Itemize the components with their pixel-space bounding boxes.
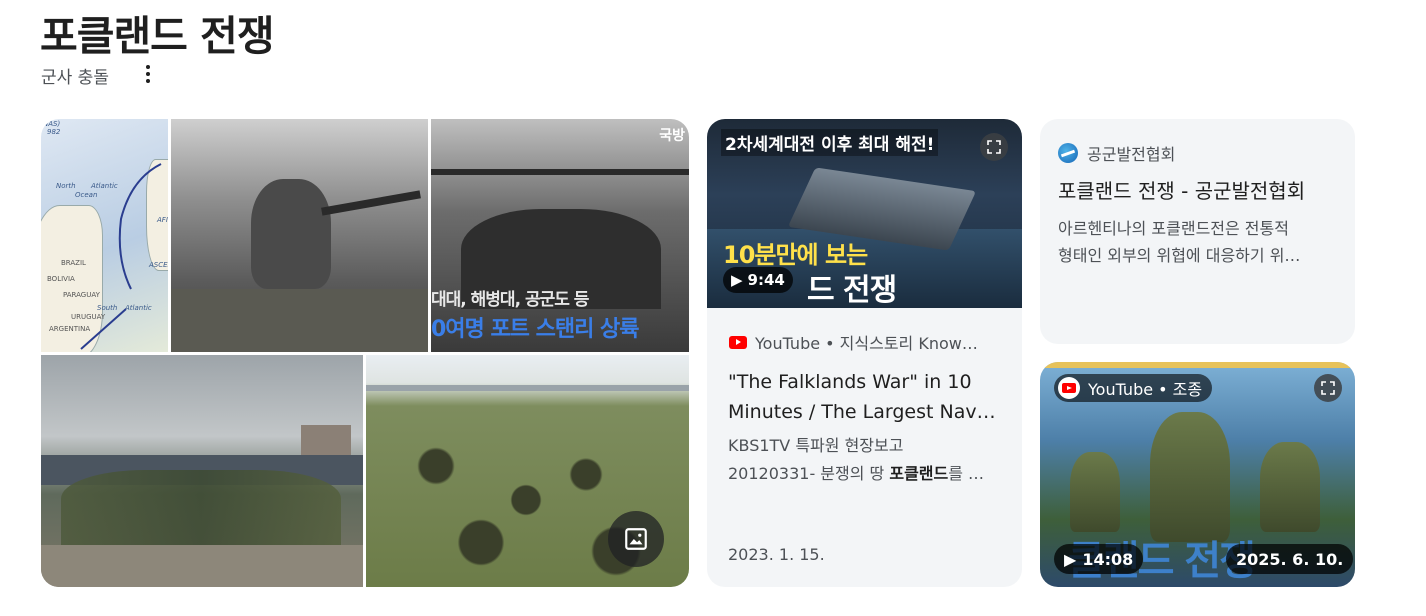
article-result-card[interactable]: 공군발전협회 포클랜드 전쟁 - 공군발전협회 아르헨티나의 포클랜드전은 전통… xyxy=(1040,119,1355,344)
youtube-icon xyxy=(729,335,747,349)
route-lines xyxy=(80,163,162,350)
video-source: YouTube • 지식스토리 Know… xyxy=(729,330,1009,354)
thumbnail-top-text: 2차세계대전 이후 최대 해전! xyxy=(721,129,939,156)
duration-text: 9:44 xyxy=(747,271,785,289)
description-line: 형태인 외부의 위협에 대응하기 위… xyxy=(1058,246,1301,265)
duration-text: 14:08 xyxy=(1082,549,1134,569)
video-result-card[interactable]: 2차세계대전 이후 최대 해전! 10분만에 보는 드 전쟁 ▶ 9:44 Yo… xyxy=(707,119,1022,587)
building xyxy=(301,425,351,455)
play-icon: ▶ xyxy=(1064,549,1077,569)
article-title[interactable]: 포클랜드 전쟁 - 공군발전협회 xyxy=(1058,175,1305,204)
tile-caption-2: 0여명 포트 스탠리 상륙 xyxy=(431,317,639,342)
thumbnail-border xyxy=(1040,362,1355,368)
description-line: 20120331- 분쟁의 땅 포클랜드를 … xyxy=(728,460,1008,488)
video-title-line: Minutes / The Largest Nav… xyxy=(728,401,996,423)
video-thumbnail[interactable]: 2차세계대전 이후 최대 해전! 10분만에 보는 드 전쟁 ▶ 9:44 xyxy=(707,119,1022,308)
shore xyxy=(41,545,363,587)
description-text: 20120331- 분쟁의 땅 xyxy=(728,464,890,483)
video-source: YouTube • 조종 xyxy=(1054,374,1213,402)
article-description: 아르헨티나의 포클랜드전은 전통적 형태인 외부의 위협에 대응하기 위… xyxy=(1058,215,1338,269)
entity-subtitle: 군사 충돌 xyxy=(41,68,109,88)
video-title-line: "The Falklands War" in 10 xyxy=(728,371,972,393)
video-duration: ▶ 9:44 xyxy=(723,267,793,293)
video-description: KBS1TV 특파원 현장보고 20120331- 분쟁의 땅 포클랜드를 … xyxy=(728,432,1008,488)
video-duration: ▶ 14:08 xyxy=(1054,544,1144,574)
map-image[interactable]: NAS) 982 North Atlantic Ocean BRAZIL BOL… xyxy=(41,119,168,352)
description-line: KBS1TV 특파원 현장보고 xyxy=(728,436,904,455)
description-text: 를 … xyxy=(948,464,985,483)
image-collage: NAS) 982 North Atlantic Ocean BRAZIL BOL… xyxy=(41,119,689,587)
expand-icon[interactable] xyxy=(980,133,1008,161)
site-favicon xyxy=(1058,143,1078,163)
youtube-icon xyxy=(1058,377,1080,399)
video-title[interactable]: "The Falklands War" in 10 Minutes / The … xyxy=(728,367,1008,427)
soldier-figure xyxy=(1150,412,1230,542)
soldier-machine-gun-image[interactable] xyxy=(171,119,428,352)
image-icon[interactable] xyxy=(608,511,664,567)
soldier-figure xyxy=(1260,442,1320,532)
soldier-figure xyxy=(251,179,331,289)
ground xyxy=(171,289,428,352)
more-options-icon[interactable] xyxy=(138,62,158,86)
video-date: 2025. 6. 10. xyxy=(1226,544,1354,574)
source-text: YouTube • 조종 xyxy=(1088,380,1203,399)
beach-landing-image[interactable] xyxy=(41,355,363,587)
horizon xyxy=(366,385,689,391)
tile-corner-text: 국방 xyxy=(659,128,685,144)
gun-barrel xyxy=(321,190,421,216)
soldier-figure xyxy=(1070,452,1120,532)
expand-icon[interactable] xyxy=(1314,374,1342,402)
site-info: 공군발전협회 xyxy=(1058,141,1175,165)
video-result-card-2[interactable]: 클랜드 전쟁 YouTube • 조종 ▶ 14:08 2025. 6. 10. xyxy=(1040,362,1355,587)
page-title: 포클랜드 전쟁 xyxy=(40,12,275,60)
landing-troops-image[interactable]: 국방 대대, 해병대, 공군도 등 0여명 포트 스탠리 상륙 xyxy=(431,119,689,352)
description-highlight: 포클랜드 xyxy=(889,464,949,483)
site-name: 공군발전협회 xyxy=(1087,145,1176,164)
source-text: YouTube • 지식스토리 Know… xyxy=(755,334,978,353)
tile-caption-1: 대대, 해병대, 공군도 등 xyxy=(431,290,589,310)
video-date: 2023. 1. 15. xyxy=(728,545,825,564)
thumbnail-bottom-text: 드 전쟁 xyxy=(807,273,897,308)
pier xyxy=(431,169,689,175)
description-line: 아르헨티나의 포클랜드전은 전통적 xyxy=(1058,219,1289,238)
play-icon: ▶ xyxy=(731,271,743,289)
